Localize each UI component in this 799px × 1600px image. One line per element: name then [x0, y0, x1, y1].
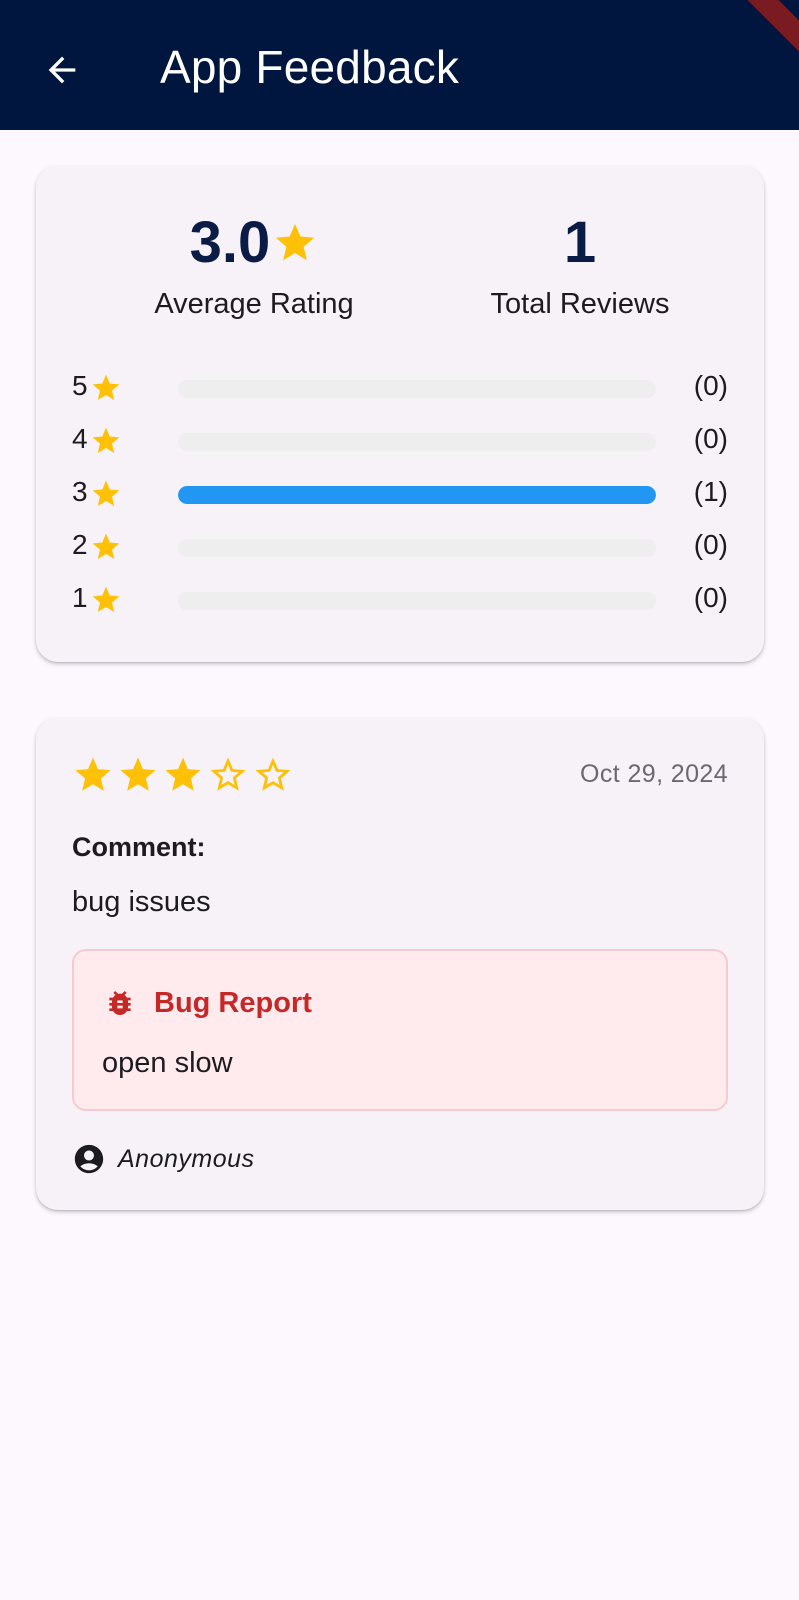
star-icon	[75, 757, 111, 791]
rating-row: 5 (0)	[72, 366, 728, 419]
rating-bar	[178, 486, 656, 504]
rating-row-count: (1)	[693, 476, 728, 507]
star-icon	[92, 427, 120, 453]
review-card[interactable]: Oct 29, 2024 Comment: bug issues Bug Rep…	[36, 718, 764, 1210]
rating-distribution: 5 (0) 4 (0) 3 (1) 2 (0) 1 (0)	[72, 366, 728, 631]
arrow-back-icon	[48, 56, 76, 84]
rating-row-count: (0)	[693, 529, 728, 560]
rating-bar	[178, 380, 656, 398]
comment-text: bug issues	[72, 886, 211, 918]
rating-row-stars: 2	[72, 529, 88, 560]
star-icon	[92, 374, 120, 400]
star-icon	[92, 586, 120, 612]
rating-row-stars: 5	[72, 370, 88, 401]
average-rating-value: 3.0	[189, 210, 271, 275]
rating-row: 1 (0)	[72, 578, 728, 631]
star-icon	[92, 480, 120, 506]
rating-row-stars: 1	[72, 582, 88, 613]
star-icon	[276, 223, 315, 261]
rating-row-stars: 3	[72, 476, 88, 507]
star-outline-icon	[255, 757, 291, 791]
rating-bar	[178, 539, 656, 557]
review-star-rating	[72, 754, 294, 796]
rating-row: 2 (0)	[72, 525, 728, 578]
review-date: Oct 29, 2024	[580, 760, 728, 788]
debug-banner	[739, 0, 799, 60]
rating-bar	[178, 592, 656, 610]
average-rating-stat: 3.0 Average Rating	[132, 208, 376, 321]
rating-row-stars: 4	[72, 423, 88, 454]
rating-row: 3 (1)	[72, 472, 728, 525]
star-icon	[120, 757, 156, 791]
star-icon	[165, 757, 201, 791]
bug-icon	[109, 991, 131, 1015]
bug-report-box: Bug Report open slow	[72, 949, 728, 1111]
star-outline-icon	[210, 757, 246, 791]
app-bar: App Feedback	[0, 0, 799, 130]
back-button[interactable]	[36, 44, 88, 96]
rating-row: 4 (0)	[72, 419, 728, 472]
author-name: Anonymous	[118, 1144, 255, 1173]
rating-row-count: (0)	[693, 370, 728, 401]
total-reviews-stat: 1 Total Reviews	[456, 208, 704, 321]
star-icon	[92, 533, 120, 559]
average-rating-label: Average Rating	[154, 288, 354, 320]
bug-report-text: open slow	[102, 1047, 233, 1079]
review-author: Anonymous	[72, 1142, 255, 1176]
rating-row-count: (0)	[693, 423, 728, 454]
rating-bar	[178, 433, 656, 451]
rating-summary-card: 3.0 Average Rating 1 Total Reviews 5 (0)…	[36, 166, 764, 662]
comment-label: Comment:	[72, 832, 206, 862]
total-reviews-label: Total Reviews	[490, 288, 670, 320]
rating-row-count: (0)	[693, 582, 728, 613]
rating-bar-fill	[178, 486, 656, 504]
account-circle-icon	[74, 1144, 104, 1174]
page-title: App Feedback	[160, 41, 460, 93]
bug-report-title: Bug Report	[154, 987, 312, 1019]
total-reviews-value: 1	[563, 210, 597, 275]
